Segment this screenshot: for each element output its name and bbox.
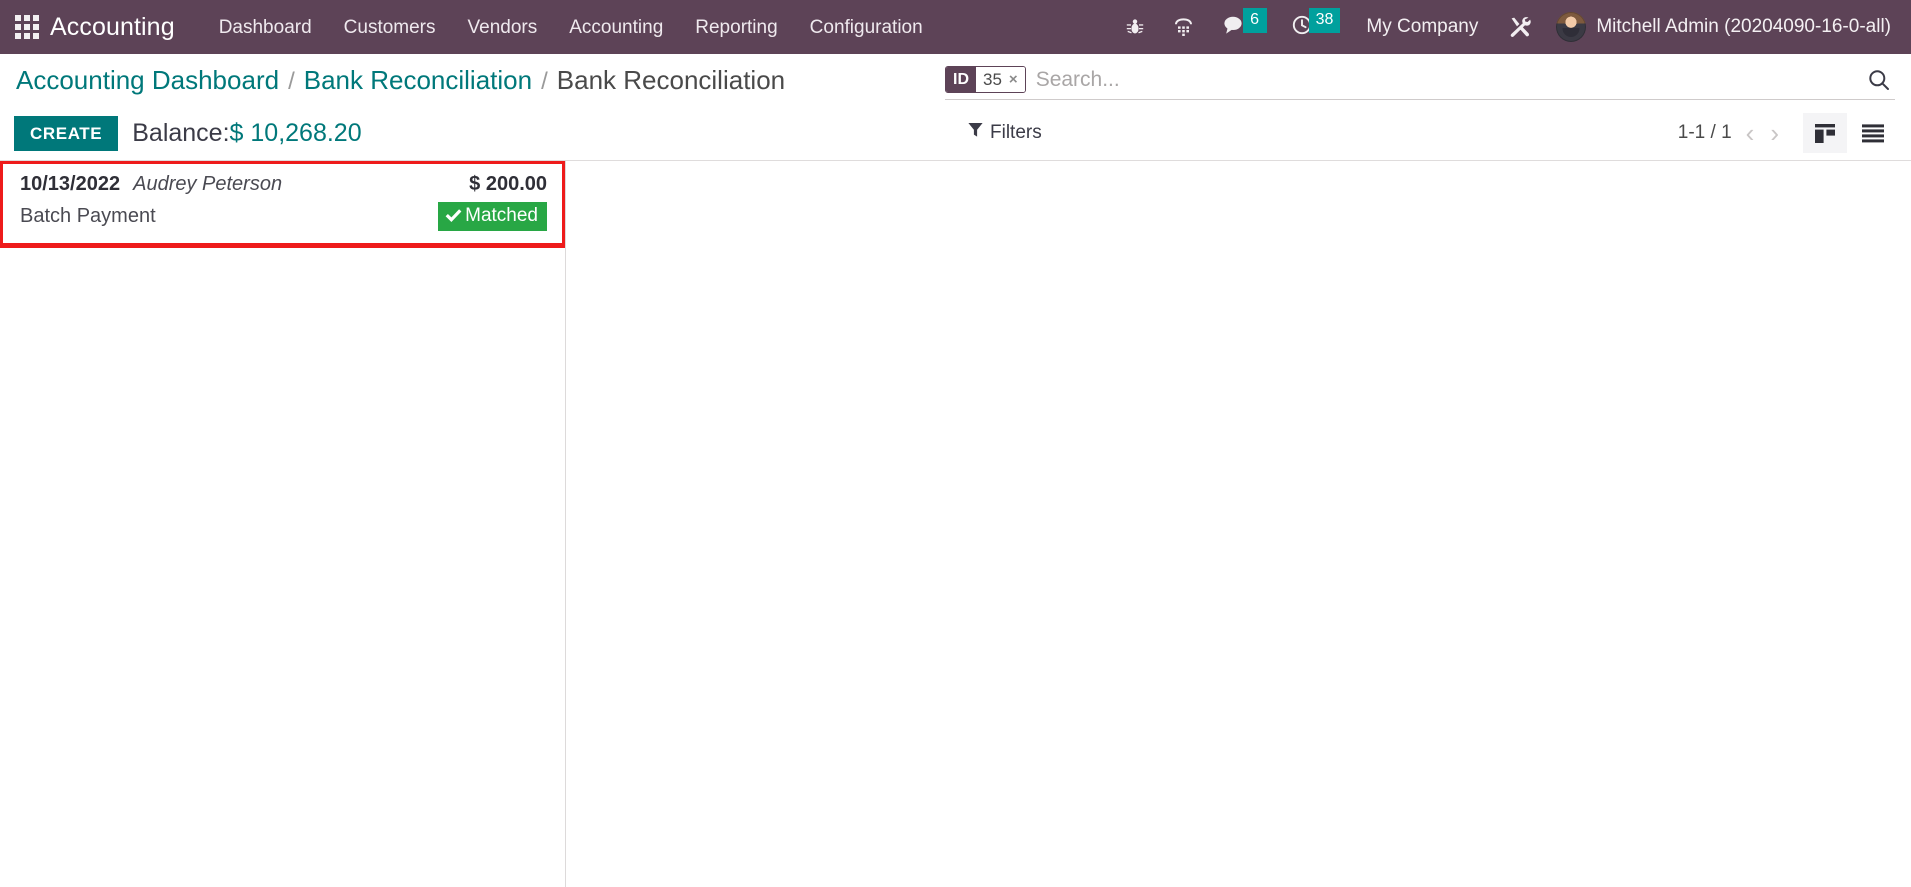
control-panel-top: Accounting Dashboard / Bank Reconciliati… <box>0 54 1911 106</box>
reconciliation-line-partner: Audrey Peterson <box>133 173 283 195</box>
check-icon <box>445 208 462 223</box>
bug-icon[interactable] <box>1111 0 1159 54</box>
menu-item-vendors[interactable]: Vendors <box>452 2 554 53</box>
navbar-right-tools: 6 38 My Company Mitchell Admin (20204090… <box>1111 0 1897 54</box>
search-facet-id[interactable]: ID 35 × <box>945 66 1026 93</box>
menu-item-configuration[interactable]: Configuration <box>794 2 939 53</box>
content-area: 10/13/2022 Audrey Peterson $ 200.00 Batc… <box>0 161 1911 887</box>
reconciliation-list-pane: 10/13/2022 Audrey Peterson $ 200.00 Batc… <box>0 161 566 887</box>
search-input-wrap <box>1035 67 1855 92</box>
breadcrumb-item-bank-reconciliation[interactable]: Bank Reconciliation <box>304 65 532 96</box>
messages-counter[interactable]: 6 <box>1208 0 1277 54</box>
search-facet-value: 35 <box>983 69 1002 89</box>
reconciliation-line-row-bottom: Batch Payment Matched <box>20 202 547 231</box>
control-panel-bottom: CREATE Balance: $ 10,268.20 Filters 1-1 … <box>0 106 1911 160</box>
funnel-icon <box>968 122 983 144</box>
search-icon[interactable] <box>1855 68 1895 92</box>
activities-count-badge: 38 <box>1308 8 1341 33</box>
list-icon[interactable] <box>1851 113 1895 153</box>
menu-item-customers[interactable]: Customers <box>328 2 452 53</box>
search-view: ID 35 × <box>945 62 1895 100</box>
balance-value: $ 10,268.20 <box>229 118 362 147</box>
chevron-left-icon[interactable]: ‹ <box>1740 120 1761 146</box>
control-panel: Accounting Dashboard / Bank Reconciliati… <box>0 54 1911 161</box>
create-button[interactable]: CREATE <box>14 115 119 151</box>
breadcrumb-separator: / <box>288 67 295 95</box>
status-badge-label: Matched <box>465 205 538 226</box>
menu-item-dashboard[interactable]: Dashboard <box>203 2 328 53</box>
chevron-right-icon[interactable]: › <box>1764 120 1785 146</box>
pager-range[interactable]: 1-1 / 1 <box>1674 120 1736 146</box>
dialpad-icon[interactable] <box>1159 0 1208 54</box>
user-menu[interactable]: Mitchell Admin (20204090-16-0-all) <box>1546 12 1897 42</box>
menu-item-reporting[interactable]: Reporting <box>679 2 793 53</box>
messages-count-badge: 6 <box>1242 8 1267 33</box>
apps-grid-icon[interactable] <box>14 14 40 40</box>
reconciliation-line-info: 10/13/2022 Audrey Peterson <box>20 173 282 196</box>
search-input[interactable] <box>1035 67 1855 92</box>
reconciliation-line-row-top: 10/13/2022 Audrey Peterson $ 200.00 <box>20 173 547 196</box>
breadcrumb-item-accounting-dashboard[interactable]: Accounting Dashboard <box>16 65 279 96</box>
user-name: Mitchell Admin (20204090-16-0-all) <box>1596 16 1891 37</box>
close-icon[interactable]: × <box>1009 71 1018 88</box>
breadcrumb-item-current: Bank Reconciliation <box>556 64 786 95</box>
kanban-icon[interactable] <box>1803 113 1847 153</box>
search-facet-value-wrap: 35 × <box>976 67 1025 92</box>
reconciliation-line-amount: $ 200.00 <box>469 173 547 195</box>
activities-counter[interactable]: 38 <box>1277 0 1351 54</box>
top-navbar: Accounting Dashboard Customers Vendors A… <box>0 0 1911 54</box>
view-switcher <box>1803 113 1895 153</box>
wrench-screwdriver-icon[interactable] <box>1494 0 1546 54</box>
search-facet-label: ID <box>946 67 976 92</box>
app-brand-accounting[interactable]: Accounting <box>50 13 175 42</box>
main-menu: Dashboard Customers Vendors Accounting R… <box>203 2 939 53</box>
filters-button[interactable]: Filters <box>968 122 1042 144</box>
company-switcher[interactable]: My Company <box>1350 16 1494 38</box>
avatar <box>1556 12 1587 42</box>
menu-item-accounting[interactable]: Accounting <box>553 2 679 53</box>
reconciliation-detail-pane <box>566 161 1911 887</box>
filters-label: Filters <box>990 122 1042 143</box>
reconciliation-line-card[interactable]: 10/13/2022 Audrey Peterson $ 200.00 Batc… <box>0 161 565 248</box>
reconciliation-line-date: 10/13/2022 <box>20 173 121 195</box>
pager: 1-1 / 1 ‹ › <box>1674 120 1785 146</box>
balance-indicator: Balance: $ 10,268.20 <box>132 119 361 148</box>
balance-label: Balance: <box>132 118 230 147</box>
control-panel-right: 1-1 / 1 ‹ › <box>1674 113 1895 153</box>
status-badge: Matched <box>438 202 547 231</box>
reconciliation-line-label: Batch Payment <box>20 204 156 227</box>
breadcrumb-separator: / <box>541 67 548 95</box>
breadcrumb: Accounting Dashboard / Bank Reconciliati… <box>16 65 785 96</box>
